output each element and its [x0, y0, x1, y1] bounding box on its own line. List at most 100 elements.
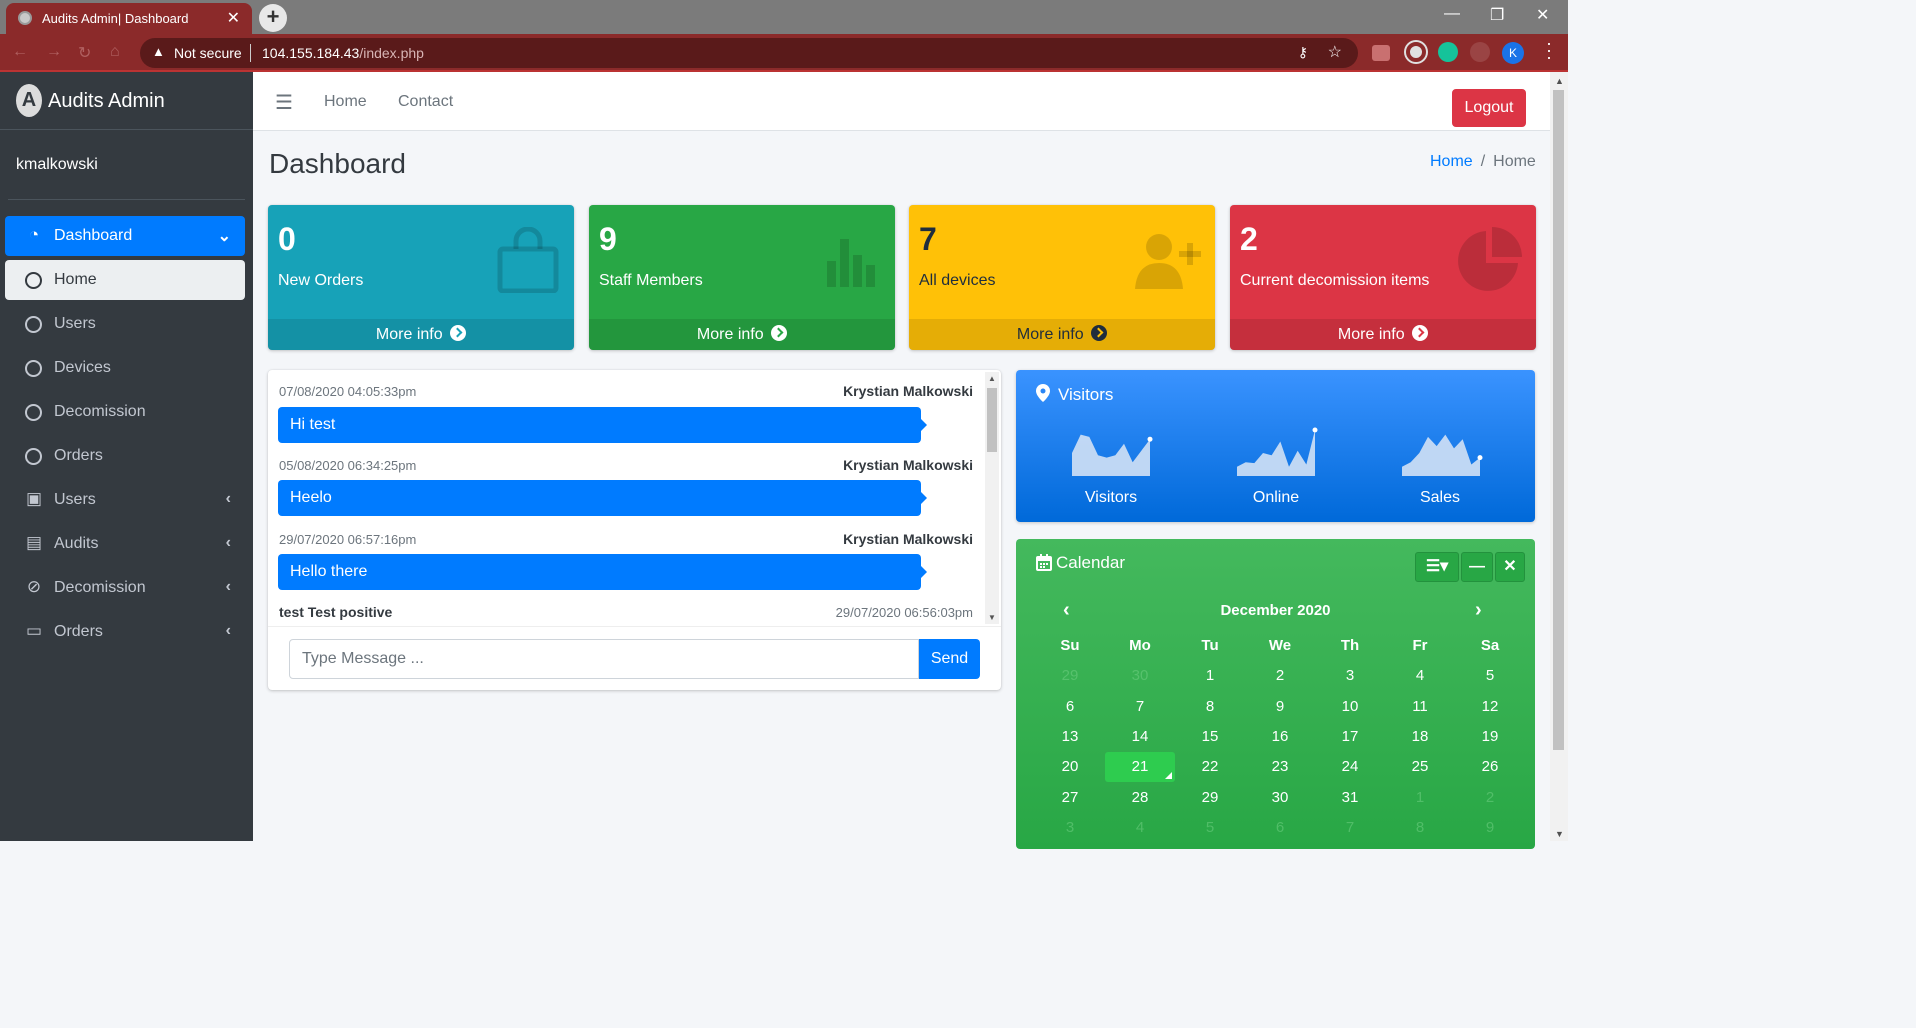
calendar-day-today[interactable]: 21: [1105, 752, 1175, 783]
new-tab-button[interactable]: +: [259, 4, 287, 32]
back-icon[interactable]: ←: [12, 43, 28, 61]
calendar-day[interactable]: 29: [1175, 783, 1245, 813]
scrollbar-thumb[interactable]: [987, 388, 997, 452]
calendar-day[interactable]: 15: [1175, 722, 1245, 752]
calendar-day[interactable]: 29: [1035, 661, 1105, 691]
more-info-link[interactable]: More info: [1230, 319, 1536, 350]
calendar-day[interactable]: 24: [1315, 752, 1385, 782]
calendar-day[interactable]: 9: [1455, 813, 1525, 843]
star-icon[interactable]: ☆: [1328, 42, 1342, 62]
restore-icon[interactable]: ❐: [1490, 5, 1504, 25]
calendar-day[interactable]: 7: [1315, 813, 1385, 843]
calendar-day[interactable]: 30: [1105, 661, 1175, 691]
extension-record-icon[interactable]: [1406, 42, 1426, 62]
chat-scrollbar[interactable]: ▲ ▼: [985, 372, 999, 624]
breadcrumb-home-link[interactable]: Home: [1430, 153, 1473, 170]
more-info-link[interactable]: More info: [909, 319, 1215, 350]
calendar-month[interactable]: December 2020: [1016, 602, 1535, 619]
calendar-day[interactable]: 6: [1035, 692, 1105, 722]
calendar-day[interactable]: 5: [1455, 661, 1525, 691]
calendar-day[interactable]: 1: [1175, 661, 1245, 691]
url-text[interactable]: 104.155.184.43/index.php: [262, 45, 424, 61]
sidebar-item-devices[interactable]: Devices: [5, 348, 245, 388]
nav-link-contact[interactable]: Contact: [398, 93, 453, 111]
scroll-up-icon[interactable]: ▲: [1555, 76, 1564, 86]
sidebar-item-home[interactable]: Home: [5, 260, 245, 300]
calendar-day[interactable]: 4: [1105, 813, 1175, 843]
calendar-day[interactable]: 27: [1035, 783, 1105, 813]
sidebar-item-audits-group[interactable]: ▤ Audits ‹: [5, 524, 245, 564]
collapse-button[interactable]: —: [1461, 552, 1493, 582]
send-button[interactable]: Send: [919, 639, 980, 679]
minimize-icon[interactable]: —: [1444, 5, 1460, 23]
sidebar-item-orders[interactable]: Orders: [5, 436, 245, 476]
pie-chart-icon: [1458, 227, 1522, 291]
calendar-day[interactable]: 23: [1245, 752, 1315, 782]
calendar-day[interactable]: 11: [1385, 692, 1455, 722]
calendar-day[interactable]: 17: [1315, 722, 1385, 752]
key-icon[interactable]: ⚷: [1298, 44, 1308, 61]
calendar-day[interactable]: 31: [1315, 783, 1385, 813]
calendar-day[interactable]: 8: [1385, 813, 1455, 843]
scroll-up-icon[interactable]: ▲: [988, 374, 996, 383]
calendar-day[interactable]: 9: [1245, 692, 1315, 722]
calendar-day[interactable]: 20: [1035, 752, 1105, 782]
calendar-day[interactable]: 2: [1245, 661, 1315, 691]
puzzle-icon[interactable]: [1470, 42, 1490, 62]
calendar-day[interactable]: 28: [1105, 783, 1175, 813]
sidebar-item-decomission[interactable]: Decomission: [5, 392, 245, 432]
calendar-day[interactable]: 19: [1455, 722, 1525, 752]
browser-tab[interactable]: Audits Admin| Dashboard ✕: [6, 3, 252, 34]
page-scrollbar[interactable]: ▲ ▼: [1550, 72, 1568, 841]
calendar-day[interactable]: 30: [1245, 783, 1315, 813]
calendar-day[interactable]: 5: [1175, 813, 1245, 843]
tab-close-icon[interactable]: ✕: [227, 8, 240, 28]
logout-button[interactable]: Logout: [1452, 89, 1526, 127]
calendar-day[interactable]: 3: [1035, 813, 1105, 843]
calendar-day[interactable]: 6: [1245, 813, 1315, 843]
home-icon[interactable]: ⌂: [110, 43, 120, 61]
calendar-day[interactable]: 13: [1035, 722, 1105, 752]
hamburger-icon[interactable]: ☰: [275, 90, 293, 115]
calendar-day[interactable]: 10: [1315, 692, 1385, 722]
calendar-day[interactable]: 3: [1315, 661, 1385, 691]
calendar-day[interactable]: 22: [1175, 752, 1245, 782]
scroll-down-icon[interactable]: ▼: [1555, 829, 1564, 839]
brand-link[interactable]: A Audits Admin: [0, 72, 253, 130]
chat-messages[interactable]: 07/08/2020 04:05:33pm Krystian Malkowski…: [268, 370, 1001, 626]
calendar-day[interactable]: 8: [1175, 692, 1245, 722]
calendar-menu-button[interactable]: ☰▾: [1415, 552, 1459, 582]
calendar-day[interactable]: 14: [1105, 722, 1175, 752]
sidebar-item-decomission-group[interactable]: ⊘ Decomission ‹: [5, 568, 245, 608]
sidebar-item-dashboard[interactable]: ◔ Dashboard ⌄: [5, 216, 245, 256]
remove-button[interactable]: ✕: [1495, 552, 1525, 582]
sidebar-item-users[interactable]: Users: [5, 304, 245, 344]
calendar-day[interactable]: 1: [1385, 783, 1455, 813]
calendar-day[interactable]: 18: [1385, 722, 1455, 752]
calendar-day[interactable]: 4: [1385, 661, 1455, 691]
window-close-icon[interactable]: ✕: [1536, 5, 1549, 25]
forward-icon[interactable]: →: [46, 43, 62, 61]
calendar-day[interactable]: 7: [1105, 692, 1175, 722]
grammarly-icon[interactable]: [1438, 42, 1458, 62]
nav-link-home[interactable]: Home: [324, 93, 367, 111]
browser-menu-icon[interactable]: · · ·: [1546, 34, 1552, 66]
address-bar[interactable]: ▲ Not secure 104.155.184.43/index.php ⚷ …: [140, 38, 1358, 68]
sidebar-item-users-group[interactable]: ▣ Users ‹: [5, 480, 245, 520]
calendar-day[interactable]: 25: [1385, 752, 1455, 782]
reload-icon[interactable]: ↻: [78, 43, 91, 63]
scrollbar-thumb[interactable]: [1553, 90, 1564, 750]
cast-icon[interactable]: [1372, 45, 1390, 61]
security-label[interactable]: Not secure: [174, 45, 242, 61]
scroll-down-icon[interactable]: ▼: [988, 613, 996, 622]
calendar-day[interactable]: 2: [1455, 783, 1525, 813]
calendar-day[interactable]: 26: [1455, 752, 1525, 782]
message-input[interactable]: [289, 639, 919, 679]
sidebar-item-orders-group[interactable]: ▭ Orders ‹: [5, 612, 245, 652]
user-name[interactable]: kmalkowski: [16, 156, 98, 174]
more-info-link[interactable]: More info: [268, 319, 574, 350]
profile-avatar[interactable]: K: [1502, 42, 1524, 64]
calendar-day[interactable]: 12: [1455, 692, 1525, 722]
more-info-link[interactable]: More info: [589, 319, 895, 350]
calendar-day[interactable]: 16: [1245, 722, 1315, 752]
